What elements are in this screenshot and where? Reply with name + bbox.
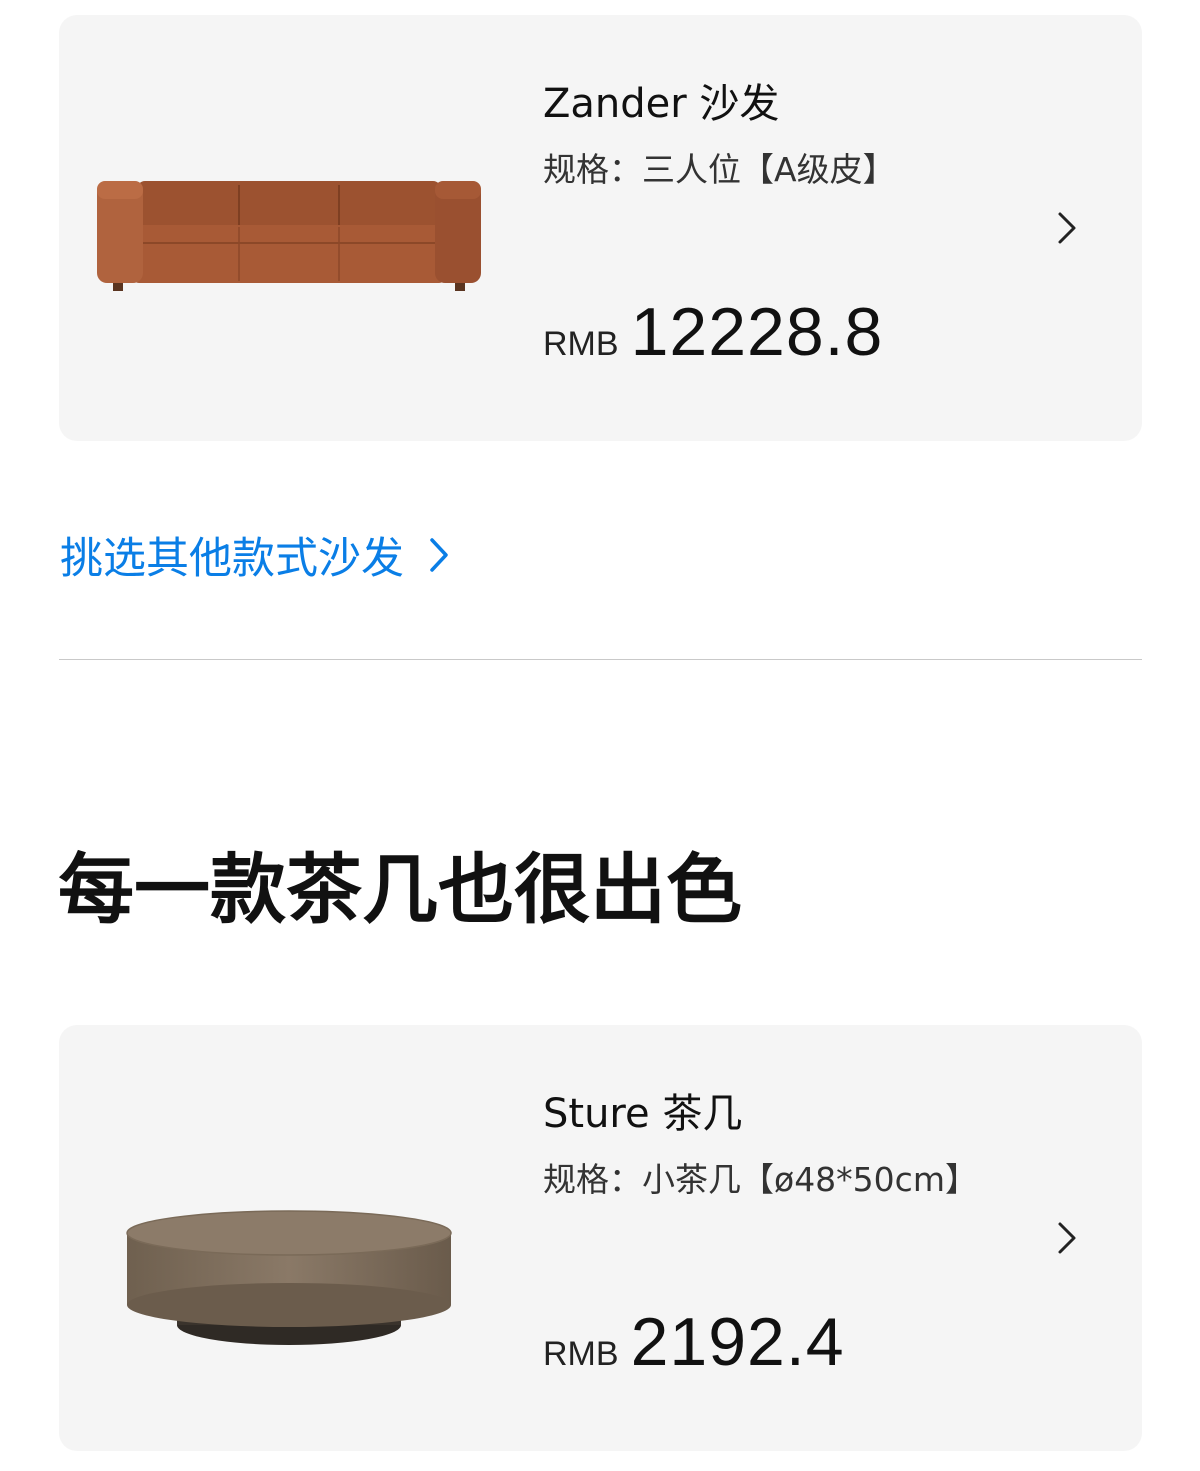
sofa-image [97, 181, 481, 291]
product-name: Zander 沙发 [543, 81, 780, 127]
coffee-table-image [126, 1210, 452, 1345]
browse-link-label: 挑选其他款式沙发 [60, 534, 404, 584]
chevron-right-icon[interactable] [1054, 210, 1080, 246]
price-row: RMB 2192.4 [543, 1303, 845, 1381]
product-name: Sture 茶几 [543, 1091, 743, 1137]
price-row: RMB 12228.8 [543, 293, 883, 371]
price-value: 2192.4 [630, 1304, 845, 1380]
coffee-table-product-card[interactable]: Sture 茶几 规格：小茶几【ø48*50cm】 RMB 2192.4 [59, 1025, 1142, 1451]
section-divider [59, 659, 1142, 660]
product-spec: 规格：三人位【A级皮】 [543, 150, 896, 189]
chevron-right-icon [430, 538, 448, 572]
browse-other-sofas-link[interactable]: 挑选其他款式沙发 [60, 524, 450, 586]
price-currency: RMB [543, 1335, 619, 1373]
price-currency: RMB [543, 325, 619, 363]
sofa-product-card[interactable]: Zander 沙发 规格：三人位【A级皮】 RMB 12228.8 [59, 15, 1142, 441]
product-spec: 规格：小茶几【ø48*50cm】 [543, 1160, 978, 1199]
chevron-right-icon[interactable] [1054, 1220, 1080, 1256]
price-value: 12228.8 [630, 294, 884, 370]
section-title: 每一款茶几也很出色 [58, 845, 742, 934]
